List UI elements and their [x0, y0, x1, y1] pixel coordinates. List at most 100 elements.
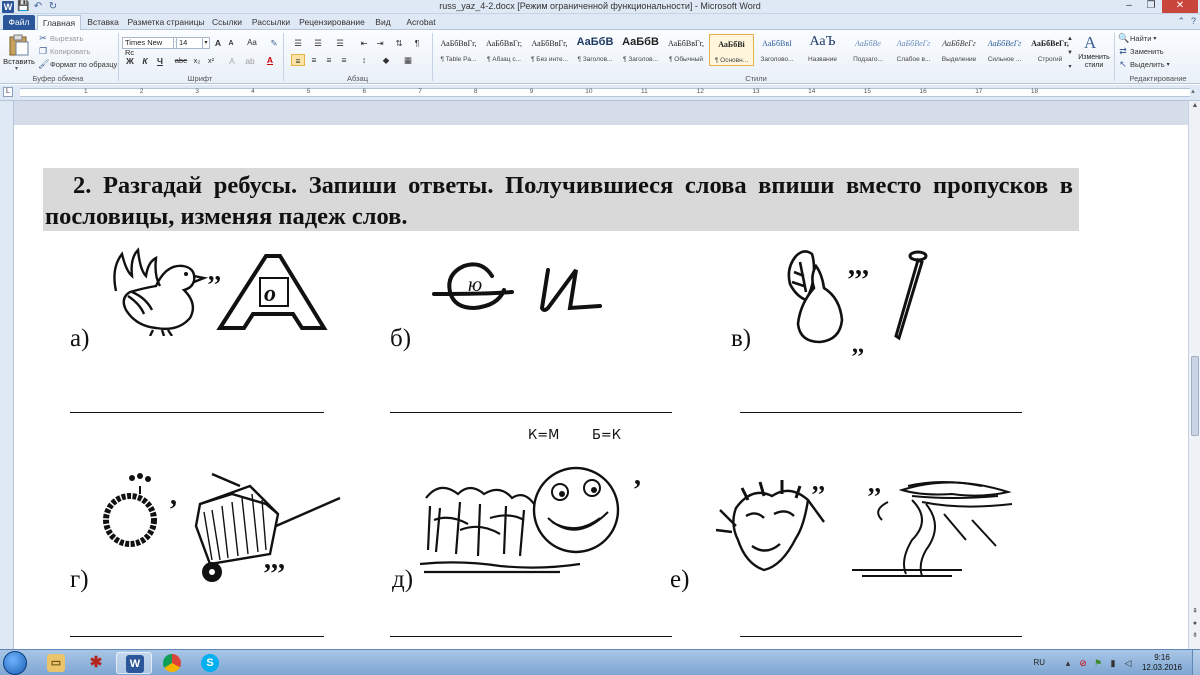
- antivirus-icon[interactable]: ⊘: [1078, 658, 1088, 668]
- select-button[interactable]: ↖ Выделить ▾: [1118, 59, 1169, 69]
- style-preview: АаБбВеГг,: [1031, 39, 1069, 48]
- multilevel-list-icon[interactable]: ☰: [334, 37, 346, 49]
- tab-review[interactable]: Рецензирование: [298, 15, 366, 30]
- style-preview: АаБбВеГг: [942, 39, 976, 48]
- taskbar-explorer[interactable]: ▭: [38, 652, 74, 674]
- tab-file[interactable]: Файл: [3, 15, 35, 30]
- security-flag-icon[interactable]: ⚑: [1093, 658, 1103, 668]
- tab-mailings[interactable]: Рассылки: [248, 15, 294, 30]
- style-item[interactable]: АаЪ Название: [800, 34, 845, 66]
- tab-home[interactable]: Главная: [37, 15, 81, 30]
- view-ruler-icon[interactable]: ▴: [1188, 87, 1198, 97]
- borders-icon[interactable]: ▦: [402, 54, 414, 66]
- style-item[interactable]: АаБбВе Подзаго...: [846, 34, 891, 66]
- style-item[interactable]: АаБбВвГг, ¶ Абзац с...: [482, 34, 527, 66]
- clock[interactable]: 9:16 12.03.2016: [1138, 653, 1186, 673]
- tab-page-layout[interactable]: Разметка страницы: [126, 15, 206, 30]
- tab-insert[interactable]: Вставка: [84, 15, 122, 30]
- minimize-ribbon-icon[interactable]: ⌃: [1177, 16, 1185, 27]
- label-v: в): [731, 325, 752, 352]
- help-icon[interactable]: ?: [1191, 16, 1196, 27]
- scroll-up-icon[interactable]: ▲: [1189, 101, 1200, 111]
- tab-acrobat[interactable]: Acrobat: [401, 15, 441, 30]
- style-item[interactable]: АаБбВ ¶ Заголов...: [618, 34, 663, 66]
- sort-icon[interactable]: ⇅: [393, 37, 405, 49]
- line-spacing-icon[interactable]: ↕: [358, 54, 370, 66]
- tab-references[interactable]: Ссылки: [209, 15, 245, 30]
- justify-icon[interactable]: ≡: [338, 54, 350, 66]
- style-item[interactable]: АаБбВвГг, ¶ Обычный: [664, 34, 709, 66]
- horizontal-ruler[interactable]: 1 2 3 4 5 6 7 8 9 10 11 12 13 14 15 16 17 18: [20, 88, 1190, 97]
- paste-button[interactable]: Вставить ▾: [3, 32, 35, 72]
- style-item[interactable]: АаБбВвІ Заголово...: [755, 34, 800, 66]
- answer-line-d[interactable]: [390, 636, 672, 637]
- answer-line-a[interactable]: [70, 412, 324, 413]
- format-painter-button[interactable]: 🖌 Формат по образцу: [38, 59, 117, 69]
- shading-icon[interactable]: ◆: [380, 54, 392, 66]
- style-item[interactable]: АаБбВвГг, ¶ Без инте...: [527, 34, 572, 66]
- volume-icon[interactable]: ◁: [1123, 658, 1133, 668]
- vertical-scrollbar[interactable]: ▲ ⇞ ● ⇟: [1188, 101, 1200, 649]
- next-page-icon[interactable]: ⇟: [1189, 631, 1200, 641]
- bullets-icon[interactable]: ☰: [292, 37, 304, 49]
- style-item[interactable]: АаБбВ ¶ Заголов...: [573, 34, 618, 66]
- decrease-indent-icon[interactable]: ⇤: [358, 37, 370, 49]
- style-item[interactable]: АаБбВі ¶ Основн...: [709, 34, 754, 66]
- answer-line-g[interactable]: [70, 636, 324, 637]
- superscript-button[interactable]: x²: [205, 55, 217, 67]
- start-button[interactable]: [3, 651, 27, 675]
- font-color-icon[interactable]: A: [264, 54, 276, 66]
- taskbar-skype[interactable]: S: [192, 652, 228, 674]
- font-name-input[interactable]: Times New Rc: [122, 37, 174, 57]
- tab-selector[interactable]: L: [3, 87, 13, 97]
- bold-button[interactable]: Ж: [124, 55, 136, 67]
- style-item[interactable]: АаБбВеГг Сильное ...: [982, 34, 1027, 66]
- taskbar-chrome[interactable]: [154, 652, 190, 674]
- scissors-icon: ✂: [39, 33, 47, 43]
- answer-line-e[interactable]: [740, 636, 1022, 637]
- minimize-button[interactable]: –: [1118, 0, 1140, 13]
- style-item[interactable]: АаБбВвГг, ¶ Table Pa...: [436, 34, 481, 66]
- style-name: Выделение: [941, 56, 977, 63]
- language-indicator[interactable]: RU: [1033, 658, 1045, 667]
- style-item[interactable]: АаБбВеГг Слабое в...: [891, 34, 936, 66]
- show-hidden-icons[interactable]: ▴: [1063, 658, 1073, 668]
- text-effects-icon[interactable]: A: [226, 55, 238, 67]
- shrink-font-button[interactable]: A: [226, 38, 236, 50]
- show-marks-button[interactable]: ¶: [411, 37, 423, 49]
- clear-format-icon[interactable]: ✎: [268, 37, 280, 49]
- copy-button[interactable]: ❐ Копировать: [38, 46, 90, 56]
- strikethrough-button[interactable]: abe: [173, 55, 189, 67]
- taskbar-word[interactable]: W: [116, 652, 152, 674]
- font-size-dropdown-icon[interactable]: ▾: [202, 37, 210, 49]
- tab-view[interactable]: Вид: [369, 15, 397, 30]
- show-desktop-button[interactable]: [1192, 650, 1200, 675]
- style-item[interactable]: АаБбВеГг Выделение: [937, 34, 982, 66]
- increase-indent-icon[interactable]: ⇥: [374, 37, 386, 49]
- grow-font-button[interactable]: A: [212, 37, 224, 49]
- close-button[interactable]: ✕: [1162, 0, 1198, 13]
- replace-button[interactable]: ⇄ Заменить: [1118, 46, 1163, 56]
- highlight-icon[interactable]: ab: [244, 55, 256, 67]
- change-case-button[interactable]: Aa: [244, 37, 260, 49]
- align-center-icon[interactable]: ≡: [308, 54, 320, 66]
- align-left-icon[interactable]: ≡: [291, 54, 305, 66]
- maximize-button[interactable]: ❐: [1140, 0, 1162, 13]
- align-right-icon[interactable]: ≡: [323, 54, 335, 66]
- cut-button[interactable]: ✂ Вырезать: [38, 33, 83, 43]
- underline-button[interactable]: Ч: [154, 55, 166, 67]
- taskbar-app-red[interactable]: ✱: [78, 652, 114, 674]
- answer-line-v[interactable]: [740, 412, 1022, 413]
- change-styles-button[interactable]: A Изменить стили: [1076, 32, 1112, 72]
- previous-page-icon[interactable]: ⇞: [1189, 607, 1200, 617]
- answer-line-b[interactable]: [390, 412, 672, 413]
- browse-object-icon[interactable]: ●: [1189, 619, 1200, 629]
- taskbar: ▭ ✱ W S RU ▴ ⊘ ⚑ ▮ ◁ 9:16 12.03.2016: [0, 649, 1200, 675]
- find-button[interactable]: 🔍 Найти ▾: [1118, 33, 1156, 43]
- italic-button[interactable]: К: [139, 55, 151, 67]
- subscript-button[interactable]: x₂: [191, 55, 203, 67]
- scroll-thumb[interactable]: [1191, 356, 1199, 436]
- style-item[interactable]: АаБбВеГг, Строгий: [1028, 34, 1073, 66]
- numbering-icon[interactable]: ☰: [312, 37, 324, 49]
- network-icon[interactable]: ▮: [1108, 658, 1118, 668]
